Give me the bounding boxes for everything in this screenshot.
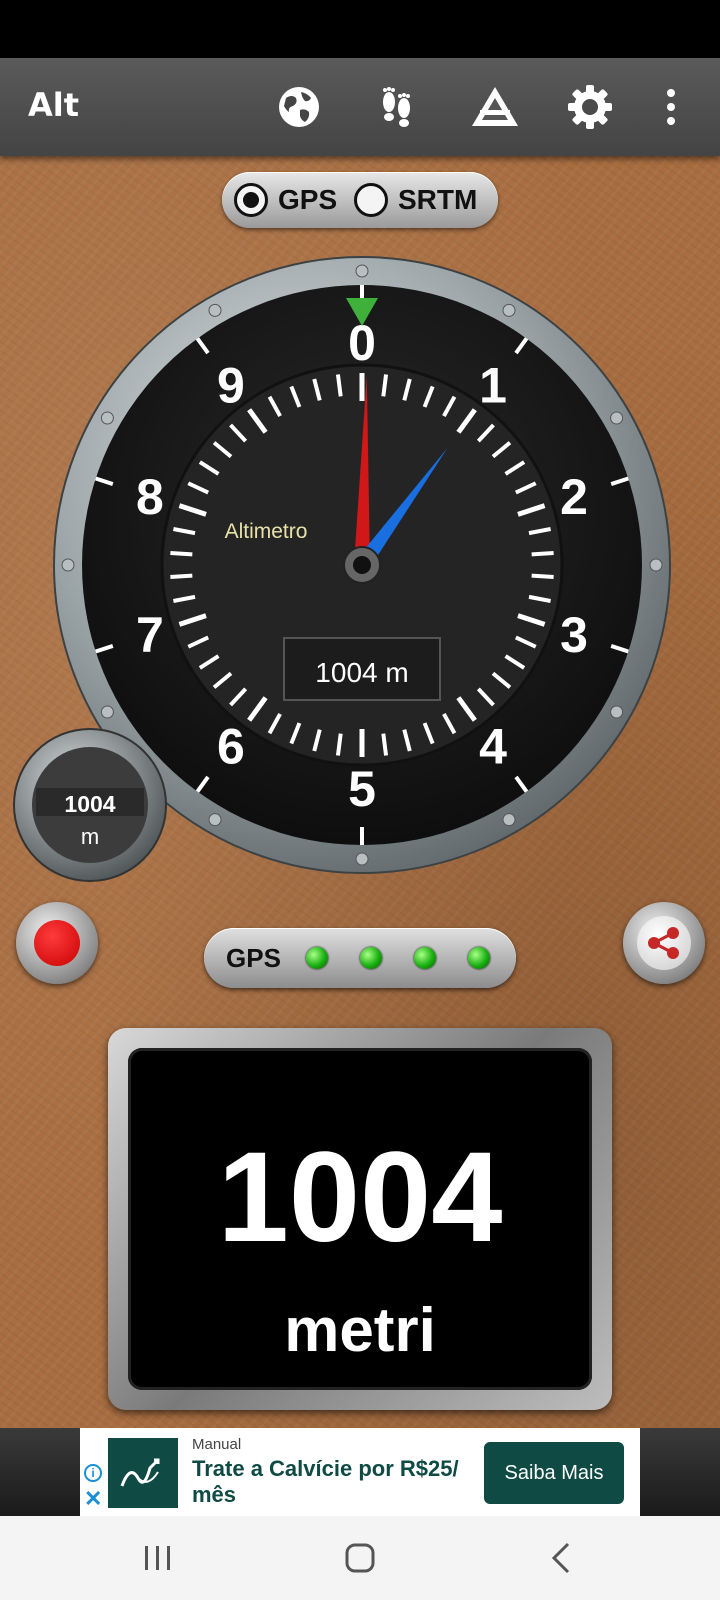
display-screen: 1004 metri bbox=[128, 1048, 592, 1390]
gauge-label: Altimetro bbox=[225, 520, 308, 543]
share-button[interactable] bbox=[623, 902, 705, 984]
dial-number: 3 bbox=[560, 607, 588, 663]
ad-logo-mark bbox=[120, 1458, 160, 1487]
bezel-screw bbox=[61, 558, 75, 572]
bezel-screw bbox=[610, 705, 624, 719]
gps-led bbox=[414, 947, 436, 969]
gps-led bbox=[468, 947, 490, 969]
dial-number: 2 bbox=[560, 469, 588, 525]
digital-display: 1004 metri bbox=[108, 1028, 612, 1410]
bezel-screw bbox=[355, 852, 369, 866]
record-icon bbox=[34, 920, 80, 966]
gps-signal-bar: GPS bbox=[204, 928, 516, 988]
bezel-screw bbox=[355, 264, 369, 278]
altimeter-gauge: 0123456789 Altimetro 1004 m 1004 m bbox=[13, 256, 671, 882]
mini-gauge-unit: m bbox=[81, 824, 99, 849]
dial-number: 4 bbox=[479, 718, 507, 774]
mini-gauge: 1004 m bbox=[13, 728, 167, 882]
home-icon[interactable] bbox=[340, 1538, 380, 1578]
dial-number: 8 bbox=[136, 469, 164, 525]
ad-banner[interactable]: i ✕ Manual Trate a Calvície por R$25/ mê… bbox=[80, 1428, 640, 1516]
more-vert-icon[interactable] bbox=[660, 84, 682, 130]
record-button[interactable] bbox=[16, 902, 98, 984]
inner-tick bbox=[381, 374, 389, 397]
display-value: 1004 bbox=[217, 1126, 503, 1269]
inner-tick bbox=[170, 573, 193, 580]
footprints-icon[interactable] bbox=[374, 84, 420, 130]
app-title: Alt bbox=[28, 86, 80, 124]
bezel-screw bbox=[649, 558, 663, 572]
back-icon[interactable] bbox=[542, 1538, 582, 1578]
gps-led bbox=[306, 947, 328, 969]
display-unit: metri bbox=[284, 1296, 436, 1365]
recent-apps-icon[interactable] bbox=[138, 1538, 178, 1578]
dial-number: 6 bbox=[217, 718, 245, 774]
inner-tick bbox=[381, 733, 389, 756]
dial-number: 5 bbox=[348, 761, 376, 817]
dial-number: 7 bbox=[136, 607, 164, 663]
ad-info-icon[interactable]: i bbox=[84, 1464, 102, 1482]
ad-brand: Manual bbox=[192, 1436, 242, 1453]
inner-tick bbox=[335, 733, 343, 756]
dial-number: 1 bbox=[479, 358, 507, 414]
mini-gauge-value: 1004 bbox=[64, 791, 115, 817]
ad-cta-button[interactable]: Saiba Mais bbox=[484, 1442, 624, 1504]
status-bar bbox=[0, 0, 720, 58]
bezel-screw bbox=[502, 303, 516, 317]
dial-number: 9 bbox=[217, 358, 245, 414]
bezel-screw bbox=[100, 411, 114, 425]
inner-tick bbox=[531, 550, 554, 557]
ad-close-icon[interactable]: ✕ bbox=[84, 1488, 102, 1510]
triangle-icon[interactable] bbox=[470, 84, 520, 130]
app-toolbar: Alt bbox=[0, 58, 720, 156]
ad-logo bbox=[108, 1438, 178, 1508]
gear-icon[interactable] bbox=[567, 84, 613, 130]
altitude-readout: 1004 m bbox=[315, 657, 408, 688]
bezel-screw bbox=[208, 813, 222, 827]
inner-tick bbox=[531, 573, 554, 580]
bezel-screw bbox=[610, 411, 624, 425]
bezel-screw bbox=[208, 303, 222, 317]
inner-tick bbox=[170, 550, 193, 557]
inner-tick bbox=[335, 374, 343, 397]
ad-headline[interactable]: Trate a Calvície por R$25/ mês bbox=[192, 1456, 482, 1508]
bezel-screw bbox=[100, 705, 114, 719]
globe-icon[interactable] bbox=[276, 84, 322, 130]
share-icon bbox=[648, 927, 679, 959]
system-nav-bar bbox=[0, 1516, 720, 1600]
gps-led bbox=[360, 947, 382, 969]
gps-signal-label: GPS bbox=[226, 943, 281, 973]
bezel-screw bbox=[502, 813, 516, 827]
